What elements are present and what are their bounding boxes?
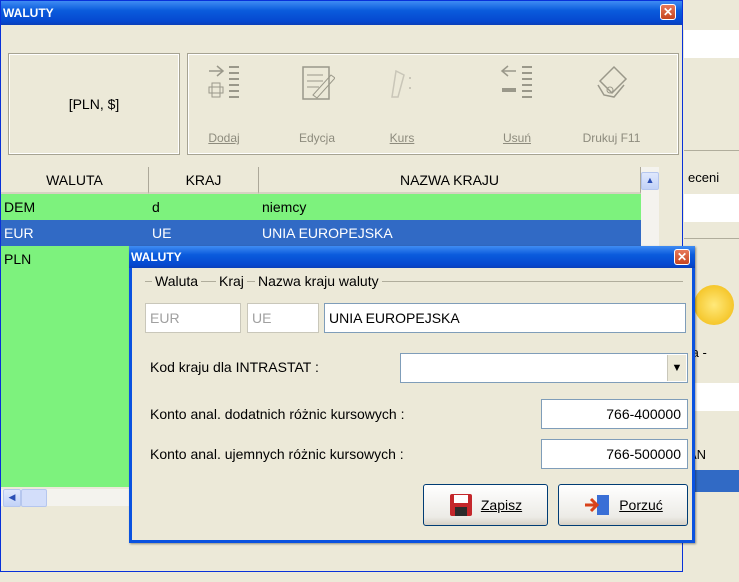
column-header-waluta[interactable]: WALUTA bbox=[1, 167, 149, 194]
table-row-selected[interactable]: EUR UE UNIA EUROPEJSKA bbox=[1, 220, 641, 246]
rate-label: Kurs bbox=[389, 131, 415, 145]
current-currency: [PLN, $] bbox=[68, 96, 120, 112]
cell-nazwa: niemcy bbox=[262, 199, 307, 215]
rate-button[interactable]: Kurs bbox=[367, 55, 437, 153]
edit-dialog: WALUTY ✕ Waluta Kraj Nazwa kraju waluty … bbox=[129, 246, 695, 543]
waluta-field[interactable]: EUR bbox=[145, 303, 241, 333]
cell-waluta: DEM bbox=[4, 199, 36, 215]
legend-kraj: Kraj bbox=[216, 273, 247, 289]
table-row[interactable]: DEM d niemcy bbox=[1, 194, 641, 220]
background-field bbox=[684, 194, 739, 222]
background-label: eceni bbox=[688, 170, 720, 185]
close-icon[interactable]: ✕ bbox=[674, 249, 690, 265]
coin-icon bbox=[694, 285, 734, 325]
print-label: Drukuj F11 bbox=[582, 131, 641, 145]
chevron-down-icon[interactable]: ▼ bbox=[667, 355, 686, 381]
cancel-label: Porzuć bbox=[619, 497, 663, 513]
intrastat-select[interactable]: ▼ bbox=[400, 353, 688, 383]
cell-nazwa: UNIA EUROPEJSKA bbox=[262, 225, 393, 241]
edit-label: Edycja bbox=[298, 131, 336, 145]
cell-waluta: PLN bbox=[4, 251, 32, 267]
cell-kraj: UE bbox=[152, 225, 172, 241]
edit-icon bbox=[302, 66, 335, 100]
dialog-titlebar: WALUTY ✕ bbox=[129, 246, 695, 268]
edit-button[interactable]: Edycja bbox=[282, 55, 352, 153]
scroll-left-icon[interactable]: ◀ bbox=[3, 489, 21, 507]
intrastat-label: Kod kraju dla INTRASTAT : bbox=[150, 359, 319, 375]
column-header-nazwa[interactable]: NAZWA KRAJU bbox=[259, 167, 641, 194]
background-field bbox=[684, 30, 739, 58]
dialog-title: WALUTY bbox=[131, 250, 182, 264]
konto-ujemnych-field[interactable]: 766-500000 bbox=[541, 439, 688, 469]
exit-door-icon bbox=[585, 495, 610, 515]
delete-label: Usuń bbox=[502, 131, 531, 145]
scroll-thumb[interactable] bbox=[21, 489, 47, 507]
column-header-kraj[interactable]: KRAJ bbox=[149, 167, 259, 194]
close-icon[interactable]: ✕ bbox=[660, 4, 676, 20]
cancel-button[interactable]: Porzuć bbox=[558, 484, 688, 526]
window-titlebar: WALUTY ✕ bbox=[1, 1, 682, 25]
konto-ujemnych-label: Konto anal. ujemnych różnic kursowych : bbox=[150, 446, 404, 462]
kraj-field[interactable]: UE bbox=[247, 303, 319, 333]
rate-icon bbox=[391, 69, 411, 98]
delete-icon bbox=[500, 65, 532, 98]
legend-waluta: Waluta bbox=[152, 273, 202, 289]
window-title: WALUTY bbox=[3, 6, 54, 20]
nazwa-kraju-field[interactable]: UNIA EUROPEJSKA bbox=[324, 303, 686, 333]
legend-nazwa: Nazwa kraju waluty bbox=[255, 273, 382, 289]
konto-dodatnich-label: Konto anal. dodatnich różnic kursowych : bbox=[150, 406, 405, 422]
scroll-up-icon[interactable]: ▲ bbox=[641, 172, 659, 190]
save-label: Zapisz bbox=[480, 497, 523, 513]
delete-button[interactable]: Usuń bbox=[482, 55, 552, 153]
current-currency-box: [PLN, $] bbox=[8, 53, 180, 155]
print-icon bbox=[597, 65, 628, 98]
toolbar: Dodaj Edycja Kurs Usuń Drukuj F11 bbox=[187, 53, 679, 155]
konto-dodatnich-field[interactable]: 766-400000 bbox=[541, 399, 688, 429]
add-label: Dodaj bbox=[208, 131, 240, 145]
cell-waluta: EUR bbox=[4, 225, 34, 241]
add-button[interactable]: Dodaj bbox=[189, 55, 259, 153]
cell-kraj: d bbox=[152, 199, 160, 215]
add-icon bbox=[208, 65, 239, 98]
floppy-disk-icon bbox=[449, 494, 472, 516]
save-button[interactable]: Zapisz bbox=[423, 484, 548, 526]
print-button[interactable]: Drukuj F11 bbox=[569, 55, 654, 153]
